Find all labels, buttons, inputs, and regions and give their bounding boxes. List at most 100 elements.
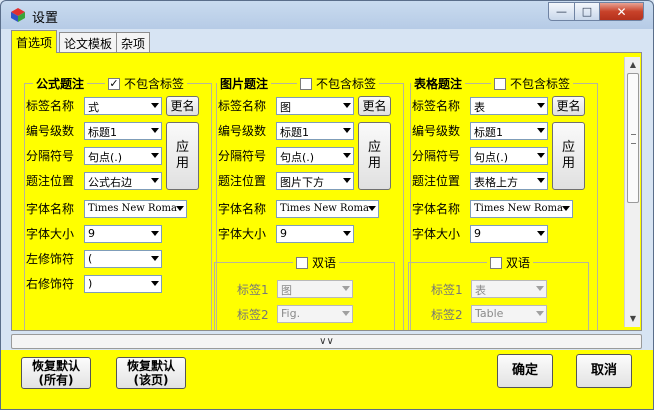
restore-default-page-button[interactable]: 恢复默认 (该页): [116, 357, 186, 389]
figure-font-size-value: 9: [280, 227, 287, 240]
formula-rename-button[interactable]: 更名: [166, 96, 199, 116]
double-chevron-down-icon: ∨∨: [319, 336, 334, 347]
formula-exclude-label-option[interactable]: ✓ 不包含标签: [105, 75, 188, 92]
table-separator-dropdown[interactable]: 句点(.): [470, 147, 548, 165]
formula-exclude-checkbox[interactable]: ✓: [108, 77, 120, 90]
chevron-down-icon: [537, 103, 545, 108]
figure-apply-text-2: 用: [367, 156, 381, 171]
table-font-size-dropdown[interactable]: 9: [470, 225, 548, 243]
formula-font-name-dropdown[interactable]: Times New Roma: [84, 200, 187, 218]
scrollbar-thumb[interactable]: [627, 73, 639, 203]
formula-label-name-label: 标签名称: [26, 99, 75, 113]
figure-label-name-dropdown[interactable]: 图: [276, 97, 354, 115]
table-exclude-checkbox[interactable]: [494, 77, 506, 90]
table-exclude-label: 不包含标签: [510, 77, 571, 91]
formula-left-decorator-dropdown[interactable]: (: [84, 250, 162, 268]
app-icon: [11, 8, 25, 22]
scroll-up-icon[interactable]: ▲: [625, 57, 641, 73]
restore-default-all-button[interactable]: 恢复默认 (所有): [21, 357, 91, 389]
figure-label2-dropdown[interactable]: Fig.: [277, 305, 353, 323]
figure-caption-position-dropdown[interactable]: 图片下方: [276, 172, 354, 190]
formula-caption-position-label: 题注位置: [26, 174, 75, 188]
ok-button[interactable]: 确定: [497, 354, 553, 388]
formula-caption-position-value: 公式右边: [88, 176, 132, 189]
table-bilingual-option[interactable]: 双语: [487, 254, 534, 271]
table-rename-button[interactable]: 更名: [552, 96, 585, 116]
formula-font-size-dropdown[interactable]: 9: [84, 225, 162, 243]
table-caption-group: 表格题注 不包含标签 标签名称 表 更名 编号级数 标题1 分隔符号 句点(.)…: [408, 75, 598, 330]
expand-bar[interactable]: ∨∨: [11, 334, 642, 349]
figure-bilingual-option[interactable]: 双语: [293, 254, 340, 271]
close-button[interactable]: ✕: [599, 2, 644, 21]
restore-all-text-1: 恢复默认: [31, 358, 80, 373]
table-exclude-label-option[interactable]: 不包含标签: [491, 75, 574, 92]
table-numbering-level-dropdown[interactable]: 标题1: [470, 122, 548, 140]
figure-rename-button[interactable]: 更名: [358, 96, 391, 116]
table-font-name-value: Times New Roma: [474, 203, 563, 214]
cancel-button[interactable]: 取消: [576, 354, 632, 388]
figure-bilingual-checkbox[interactable]: [296, 256, 308, 269]
figure-exclude-checkbox[interactable]: [300, 77, 312, 90]
formula-right-decorator-dropdown[interactable]: ): [84, 275, 162, 293]
restore-page-text-1: 恢复默认: [126, 358, 175, 373]
table-caption-position-label: 题注位置: [412, 174, 461, 188]
figure-font-name-dropdown[interactable]: Times New Roma: [276, 200, 379, 218]
formula-numbering-level-dropdown[interactable]: 标题1: [84, 122, 162, 140]
formula-exclude-label: 不包含标签: [124, 77, 185, 91]
figure-numbering-level-dropdown[interactable]: 标题1: [276, 122, 354, 140]
minimize-button[interactable]: —: [548, 2, 575, 21]
scroll-down-icon[interactable]: ▼: [625, 311, 641, 327]
formula-label-name-dropdown[interactable]: 式: [84, 97, 162, 115]
table-font-name-dropdown[interactable]: Times New Roma: [470, 200, 573, 218]
table-bilingual-checkbox[interactable]: [490, 256, 502, 269]
table-apply-button[interactable]: 应 用: [552, 122, 585, 190]
formula-separator-label: 分隔符号: [26, 149, 75, 163]
settings-window: 设置 — □ ✕ 首选项 论文模板 杂项 公式题注 ✓ 不包含标签 标签名称 式…: [0, 0, 654, 410]
table-numbering-level-label: 编号级数: [412, 124, 461, 138]
table-label2-dropdown[interactable]: Table: [471, 305, 547, 323]
bottom-button-area: 恢复默认 (所有) 恢复默认 (该页) 确定 取消: [1, 350, 653, 409]
figure-label2-label: 标签2: [237, 308, 269, 322]
figure-font-name-label: 字体名称: [218, 202, 267, 216]
formula-font-name-value: Times New Roma: [88, 203, 177, 214]
window-title: 设置: [32, 11, 59, 26]
restore-default-all-text-2: (所有): [38, 373, 74, 387]
chevron-down-icon: [343, 178, 351, 183]
chevron-down-icon: [537, 178, 545, 183]
table-caption-position-dropdown[interactable]: 表格上方: [470, 172, 548, 190]
table-label1-dropdown[interactable]: 表: [471, 280, 547, 298]
figure-caption-position-value: 图片下方: [280, 176, 324, 189]
formula-separator-dropdown[interactable]: 句点(.): [84, 147, 162, 165]
formula-apply-button[interactable]: 应 用: [166, 122, 199, 190]
table-font-name-label: 字体名称: [412, 202, 461, 216]
figure-separator-dropdown[interactable]: 句点(.): [276, 147, 354, 165]
figure-exclude-label-option[interactable]: 不包含标签: [297, 75, 380, 92]
tab-misc[interactable]: 杂项: [116, 32, 151, 52]
table-label1-value: 表: [475, 284, 486, 297]
chevron-down-icon: [536, 286, 544, 291]
formula-separator-value: 句点(.): [88, 151, 123, 164]
formula-font-name-label: 字体名称: [26, 202, 75, 216]
formula-left-decorator-value: (: [88, 252, 93, 265]
formula-caption-position-dropdown[interactable]: 公式右边: [84, 172, 162, 190]
table-apply-text-2: 用: [561, 156, 575, 171]
maximize-button[interactable]: □: [574, 2, 600, 21]
figure-apply-button[interactable]: 应 用: [358, 122, 391, 190]
figure-caption-title: 图片题注: [217, 75, 272, 92]
tab-preferences[interactable]: 首选项: [11, 30, 58, 53]
title-bar: 设置 — □ ✕: [1, 1, 653, 29]
grip-icon: [631, 134, 636, 144]
figure-font-size-dropdown[interactable]: 9: [276, 225, 354, 243]
minimize-icon: —: [556, 5, 567, 18]
figure-label1-dropdown[interactable]: 图: [277, 280, 353, 298]
table-font-size-label: 字体大小: [412, 227, 461, 241]
table-label-name-dropdown[interactable]: 表: [470, 97, 548, 115]
formula-font-size-label: 字体大小: [26, 227, 75, 241]
figure-label2-value: Fig.: [281, 307, 301, 320]
close-icon: ✕: [616, 4, 627, 19]
tab-paper-template[interactable]: 论文模板: [59, 32, 118, 52]
figure-caption-group: 图片题注 不包含标签 标签名称 图 更名 编号级数 标题1 分隔符号 句点(.)…: [214, 75, 404, 330]
vertical-scrollbar[interactable]: ▲ ▼: [624, 57, 640, 327]
table-separator-value: 句点(.): [474, 151, 509, 164]
table-bilingual-group: 双语 标签1 表 标签2 Table: [408, 254, 589, 330]
